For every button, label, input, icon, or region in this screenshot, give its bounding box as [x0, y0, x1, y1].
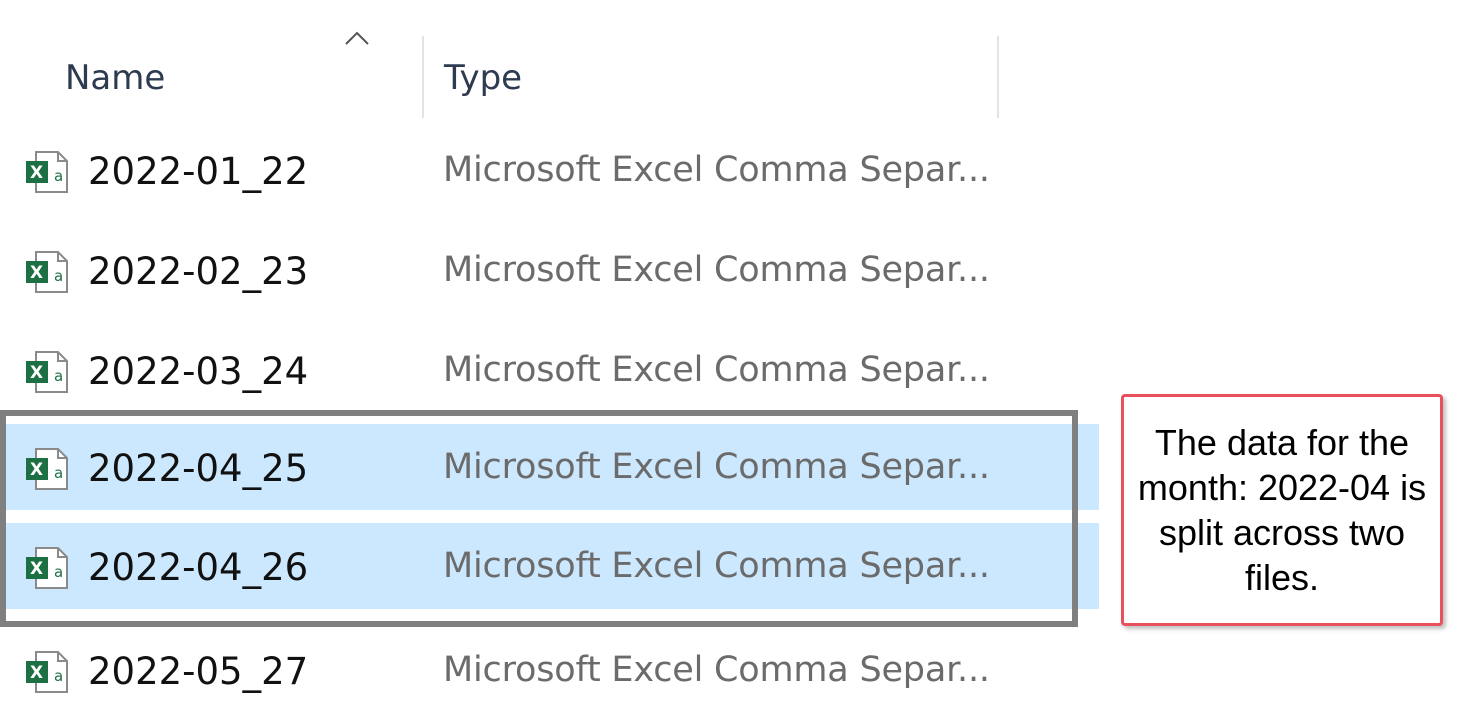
file-type: Microsoft Excel Comma Separ... [443, 350, 990, 390]
file-type: Microsoft Excel Comma Separ... [443, 250, 990, 290]
file-name: 2022-05_27 [88, 650, 309, 693]
file-row[interactable]: a X 2022-05_27 Microsoft Excel Comma Sep… [0, 627, 1099, 702]
file-type: Microsoft Excel Comma Separ... [443, 650, 990, 690]
svg-text:a: a [54, 367, 63, 385]
file-explorer-view: Name Type a X 2022-01_22 Microsoft Excel… [0, 0, 1462, 702]
file-row[interactable]: a X 2022-03_24 Microsoft Excel Comma Sep… [0, 327, 1099, 413]
column-header-type[interactable]: Type [444, 58, 522, 98]
svg-text:X: X [30, 363, 43, 383]
file-name: 2022-02_23 [88, 250, 309, 293]
file-name: 2022-01_22 [88, 150, 309, 193]
file-row[interactable]: a X 2022-02_23 Microsoft Excel Comma Sep… [0, 227, 1099, 313]
svg-text:X: X [30, 263, 43, 283]
chevron-up-icon[interactable] [344, 30, 370, 46]
excel-csv-file-icon: a X [26, 651, 68, 693]
svg-text:a: a [54, 667, 63, 685]
svg-text:X: X [30, 163, 43, 183]
svg-text:a: a [54, 167, 63, 185]
excel-csv-file-icon: a X [26, 151, 68, 193]
svg-text:X: X [30, 663, 43, 683]
column-header-name[interactable]: Name [65, 58, 165, 98]
highlight-frame [0, 410, 1078, 627]
column-divider[interactable] [997, 36, 999, 118]
excel-csv-file-icon: a X [26, 251, 68, 293]
excel-csv-file-icon: a X [26, 351, 68, 393]
svg-text:a: a [54, 267, 63, 285]
column-divider[interactable] [422, 36, 424, 118]
annotation-callout: The data for the month: 2022-04 is split… [1121, 394, 1443, 626]
file-row[interactable]: a X 2022-01_22 Microsoft Excel Comma Sep… [0, 127, 1099, 213]
callout-text: The data for the month: 2022-04 is split… [1137, 422, 1427, 598]
file-type: Microsoft Excel Comma Separ... [443, 150, 990, 190]
file-name: 2022-03_24 [88, 350, 309, 393]
